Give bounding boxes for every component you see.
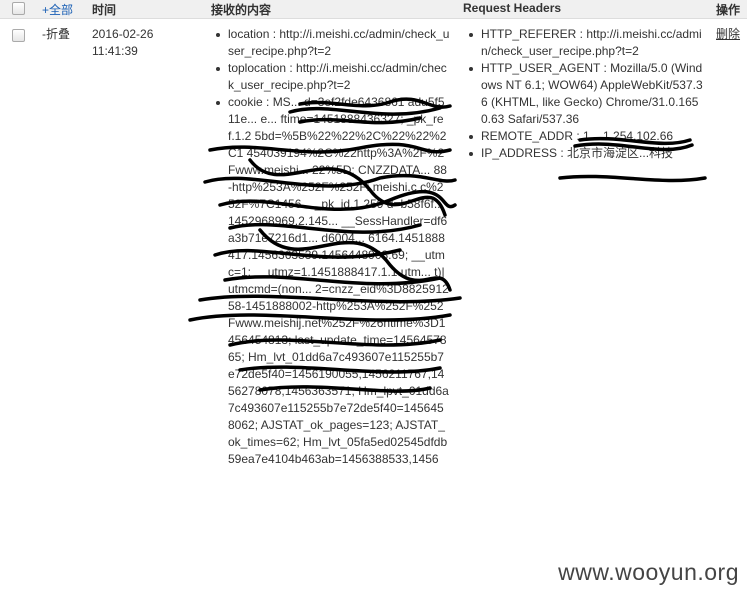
request-header-item: HTTP_USER_AGENT : Mozilla/5.0 (Windows N… — [467, 60, 705, 128]
request-header-item: HTTP_REFERER : http://i.meishi.cc/admin/… — [467, 26, 705, 60]
select-all-checkbox[interactable] — [12, 2, 25, 15]
table-header: +全部 时间 接收的内容 Request Headers 操作 — [0, 0, 747, 19]
received-content-item: toplocation : http://i.meishi.cc/admin/c… — [214, 60, 450, 94]
received-content-list: location : http://i.meishi.cc/admin/chec… — [214, 26, 450, 468]
request-header-item: IP_ADDRESS : 北京市海淀区...科技 — [467, 145, 705, 162]
request-header-item: REMOTE_ADDR : 1... 1.254.102.66 — [467, 128, 705, 145]
row-date: 2016-02-26 — [92, 27, 154, 41]
received-content-item: location : http://i.meishi.cc/admin/chec… — [214, 26, 450, 60]
select-all-link[interactable]: +全部 — [42, 1, 73, 18]
row-time: 11:41:39 — [92, 44, 138, 58]
received-content: location : http://i.meishi.cc/admin/chec… — [214, 26, 450, 468]
row-timestamp: 2016-02-26 11:41:39 — [92, 26, 172, 60]
received-content-item: cookie : MS... d=3ef2fde6436861 adu5f511… — [214, 94, 450, 468]
request-headers-list: HTTP_REFERER : http://i.meishi.cc/admin/… — [467, 26, 705, 162]
column-header-action: 操作 — [716, 3, 741, 17]
request-headers: HTTP_REFERER : http://i.meishi.cc/admin/… — [467, 26, 705, 162]
watermark: www.wooyun.org — [558, 559, 739, 585]
column-header-time: 时间 — [92, 3, 117, 17]
row-checkbox[interactable] — [12, 29, 25, 42]
column-header-request-headers: Request Headers — [463, 1, 562, 15]
delete-link[interactable]: 删除 — [716, 26, 740, 43]
collapse-link[interactable]: -折叠 — [42, 26, 70, 43]
column-header-content: 接收的内容 — [211, 3, 272, 17]
